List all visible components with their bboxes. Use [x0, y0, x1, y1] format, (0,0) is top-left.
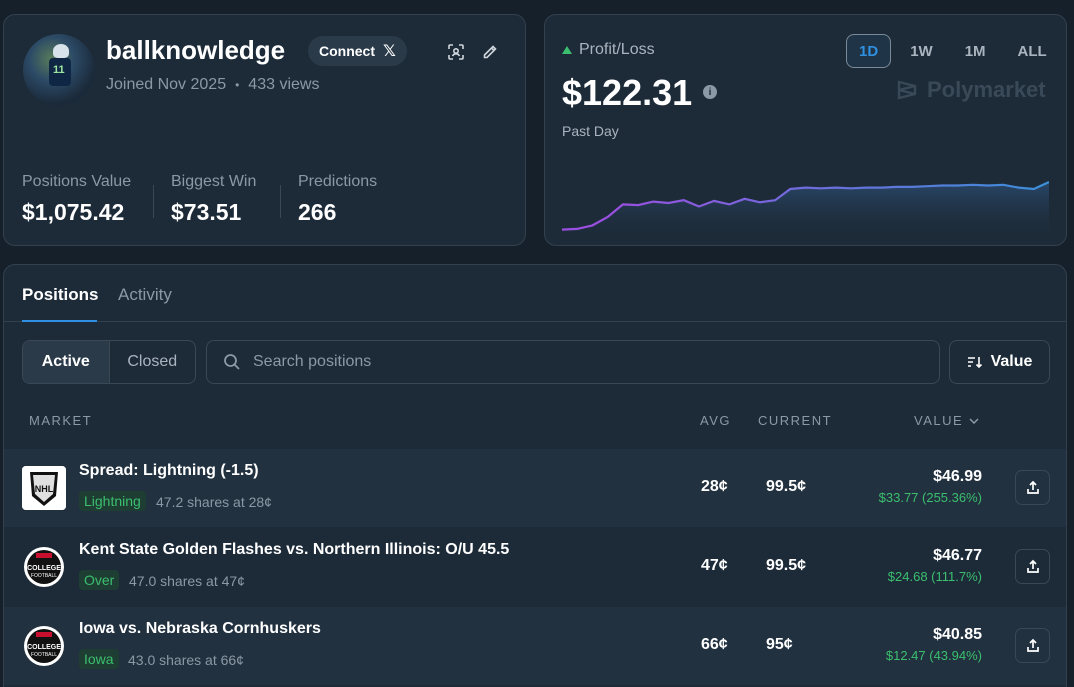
positions-card: Positions Activity Active Closed Value M…: [3, 264, 1067, 687]
nhl-logo: NHL: [22, 466, 66, 510]
search-box: [206, 340, 940, 384]
pnl-label: Profit/Loss: [579, 41, 655, 58]
stat-divider: [280, 185, 281, 218]
filter-closed-button[interactable]: Closed: [110, 341, 196, 383]
tab-positions[interactable]: Positions: [22, 285, 99, 305]
stat-positions-value: Positions Value $1,075.42: [22, 173, 131, 226]
current-price: 99.5¢: [766, 478, 807, 495]
table-row[interactable]: NHL Spread: Lightning (-1.5) Lightning 4…: [4, 449, 1066, 527]
range-tabs: 1D 1W 1M ALL: [846, 34, 1060, 68]
info-icon[interactable]: i: [703, 85, 717, 99]
table-row[interactable]: COLLEGE FOOTBALL Kent State Golden Flash…: [4, 528, 1066, 606]
joined-date: Joined Nov 2025: [106, 76, 227, 93]
outcome-badge: Lightning: [79, 491, 146, 511]
share-icon: [1026, 638, 1039, 652]
college-football-logo: COLLEGE FOOTBALL: [22, 624, 66, 668]
shares-info: 47.0 shares at 47¢: [129, 573, 245, 589]
polymarket-logo-icon: [897, 80, 917, 100]
range-tab-1m[interactable]: 1M: [952, 34, 999, 68]
x-logo-icon: 𝕏: [383, 43, 396, 60]
separator-dot: •: [235, 78, 240, 92]
stat-label: Biggest Win: [171, 173, 257, 190]
tab-activity[interactable]: Activity: [118, 285, 172, 305]
range-tab-all[interactable]: ALL: [1005, 34, 1060, 68]
column-header-value[interactable]: VALUE: [914, 413, 979, 428]
stat-value: 266: [298, 199, 337, 225]
position-value: $40.85: [933, 626, 982, 643]
stat-biggest-win: Biggest Win $73.51: [171, 173, 256, 226]
pnl-period: Past Day: [562, 123, 619, 139]
share-icon: [1026, 559, 1039, 573]
position-gain: $24.68 (111.7%): [887, 569, 982, 584]
pnl-chart: [562, 181, 1049, 235]
svg-text:FOOTBALL: FOOTBALL: [31, 652, 57, 658]
sort-button[interactable]: Value: [949, 340, 1050, 384]
current-price: 99.5¢: [766, 557, 807, 574]
profile-card: 11 ballknowledge Connect 𝕏 Joined Nov 20…: [3, 14, 526, 246]
column-header-market: MARKET: [29, 413, 93, 428]
column-header-avg: AVG: [700, 413, 731, 428]
range-tab-1w[interactable]: 1W: [897, 34, 946, 68]
share-icon: [1026, 480, 1039, 494]
triangle-up-icon: [562, 46, 572, 54]
avg-price: 47¢: [701, 557, 728, 574]
status-filter: Active Closed: [22, 340, 196, 384]
search-input[interactable]: [253, 353, 853, 371]
filter-active-button[interactable]: Active: [23, 341, 110, 383]
market-title[interactable]: Iowa vs. Nebraska Cornhuskers: [79, 620, 321, 638]
svg-text:COLLEGE: COLLEGE: [27, 644, 61, 651]
market-title[interactable]: Kent State Golden Flashes vs. Northern I…: [79, 541, 509, 559]
chevron-down-icon: [969, 417, 979, 424]
table-row[interactable]: COLLEGE FOOTBALL Iowa vs. Nebraska Cornh…: [4, 607, 1066, 685]
column-header-value-label: VALUE: [914, 413, 964, 428]
stat-label: Predictions: [298, 173, 378, 190]
share-button[interactable]: [1015, 549, 1050, 584]
sort-label: Value: [990, 353, 1033, 370]
pnl-header: Profit/Loss: [562, 41, 655, 59]
stat-predictions: Predictions 266: [298, 173, 377, 226]
svg-text:NHL: NHL: [35, 484, 54, 494]
profile-meta: Joined Nov 2025 • 433 views: [106, 76, 319, 94]
username: ballknowledge: [106, 35, 286, 65]
share-button[interactable]: [1015, 628, 1050, 663]
current-price: 95¢: [766, 636, 793, 653]
outcome-badge: Iowa: [79, 649, 119, 669]
position-value: $46.77: [933, 547, 982, 564]
pnl-area: [562, 182, 1049, 235]
range-tab-1d[interactable]: 1D: [846, 34, 892, 68]
polymarket-logo: Polymarket: [895, 77, 1046, 103]
position-gain: $33.77 (255.36%): [878, 490, 982, 505]
shares-info: 47.2 shares at 28¢: [156, 494, 272, 510]
stat-divider: [153, 185, 154, 218]
search-icon: [224, 354, 240, 370]
avg-price: 28¢: [701, 478, 728, 495]
position-value: $46.99: [933, 468, 982, 485]
column-header-current[interactable]: CURRENT: [758, 413, 832, 428]
stat-label: Positions Value: [22, 173, 132, 190]
connect-label: Connect: [319, 43, 375, 59]
pnl-card: Profit/Loss $122.31 i Past Day 1D 1W 1M …: [544, 14, 1067, 246]
sort-icon: [967, 357, 982, 369]
position-gain: $12.47 (43.94%): [885, 648, 982, 663]
svg-text:FOOTBALL: FOOTBALL: [31, 573, 57, 579]
avatar[interactable]: 11: [23, 34, 95, 106]
college-football-logo: COLLEGE FOOTBALL: [22, 545, 66, 589]
connect-x-button[interactable]: Connect 𝕏: [308, 36, 407, 66]
edit-pencil-icon[interactable]: [478, 40, 502, 64]
stat-value: $73.51: [171, 199, 242, 225]
stat-value: $1,075.42: [22, 199, 125, 225]
share-button[interactable]: [1015, 470, 1050, 505]
avg-price: 66¢: [701, 636, 728, 653]
market-title[interactable]: Spread: Lightning (-1.5): [79, 462, 259, 480]
view-count: 433 views: [248, 76, 320, 93]
svg-text:COLLEGE: COLLEGE: [27, 565, 61, 572]
pnl-value: $122.31: [562, 72, 693, 113]
tab-underline: [22, 320, 97, 322]
outcome-badge: Over: [79, 570, 120, 590]
shares-info: 43.0 shares at 66¢: [128, 652, 244, 668]
polymarket-brand: Polymarket: [927, 77, 1046, 102]
tabs-bar: Positions Activity: [4, 265, 1066, 322]
scan-icon[interactable]: [444, 40, 468, 64]
